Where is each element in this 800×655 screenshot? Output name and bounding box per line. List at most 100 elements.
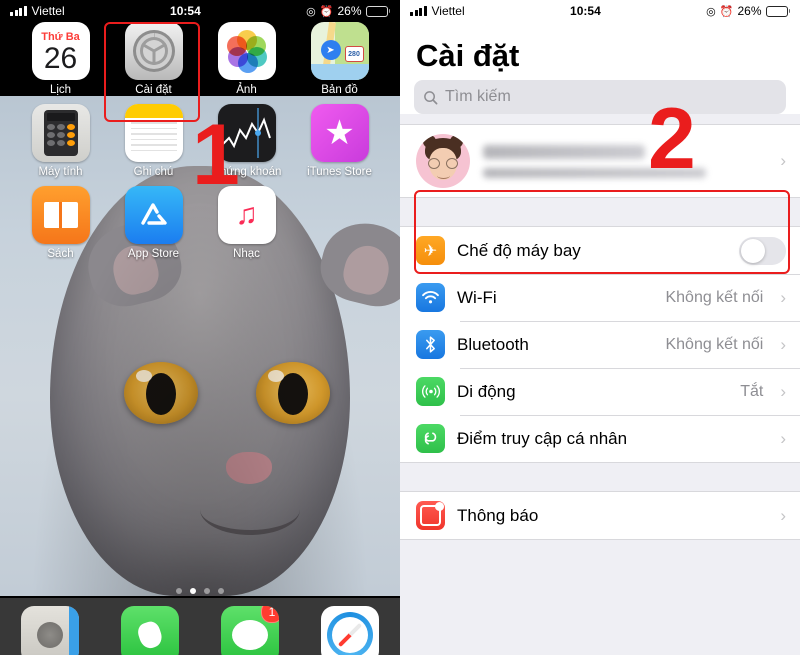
app-may-tinh[interactable]: Máy tính xyxy=(14,104,107,178)
search-placeholder: Tìm kiếm xyxy=(445,88,511,105)
connectivity-group: ✈ Chế độ máy bay Wi-Fi Không kết nối › B… xyxy=(400,226,800,463)
phone-icon[interactable] xyxy=(121,606,179,655)
app-itunes-store[interactable]: ★ iTunes Store xyxy=(293,104,386,178)
settings-row-cellular[interactable]: Di động Tắt › xyxy=(400,368,800,415)
chevron-right-icon: › xyxy=(780,505,786,525)
wifi-icon xyxy=(416,283,445,312)
group-gap xyxy=(400,198,800,226)
itunes-store-icon: ★ xyxy=(310,104,369,162)
app-label: App Store xyxy=(127,248,180,260)
app-label: Bản đồ xyxy=(321,84,358,96)
app-label: Ghi chú xyxy=(133,166,174,178)
annotation-number-1: 1 xyxy=(192,107,240,203)
settings-app-screen: Viettel 10:54 ◎ ⏰ 26% Cài đặt Tìm kiếm ›… xyxy=(400,0,800,655)
settings-row-airplane-mode[interactable]: ✈ Chế độ máy bay xyxy=(400,227,800,274)
chevron-right-icon: › xyxy=(780,287,786,307)
settings-row-bluetooth[interactable]: Bluetooth Không kết nối › xyxy=(400,321,800,368)
row-label: Thông báo xyxy=(457,505,539,525)
clock-label: 10:54 xyxy=(570,4,601,18)
annotation-number-2: 2 xyxy=(648,91,696,187)
signal-bars-icon xyxy=(10,6,27,16)
camera-icon[interactable] xyxy=(21,606,79,655)
rotation-lock-icon: ◎ xyxy=(306,5,316,18)
airplane-icon: ✈ xyxy=(416,236,445,265)
app-app-store[interactable]: App Store xyxy=(107,186,200,260)
chevron-right-icon: › xyxy=(780,381,786,401)
app-label: Sách xyxy=(47,248,74,260)
chevron-right-icon: › xyxy=(780,151,786,170)
row-label: Bluetooth xyxy=(457,334,529,354)
airplane-mode-toggle[interactable] xyxy=(739,236,786,265)
row-value: Không kết nối xyxy=(665,288,764,306)
maps-shield-label: 280 xyxy=(344,46,364,62)
photos-icon xyxy=(217,22,276,80)
row-value: Không kết nối xyxy=(665,335,764,353)
bluetooth-icon xyxy=(416,330,445,359)
home-status-bar: Viettel 10:54 ◎ ⏰ 26% xyxy=(0,0,400,22)
maps-icon: ➤ 280 xyxy=(310,22,369,80)
app-store-icon xyxy=(124,186,183,244)
settings-gear-icon xyxy=(124,22,183,80)
chevron-right-icon: › xyxy=(780,428,786,448)
row-label: Di động xyxy=(457,381,516,401)
app-ban-do[interactable]: ➤ 280 Bản đồ xyxy=(293,22,386,96)
app-label: Cài đặt xyxy=(135,84,172,96)
app-lich[interactable]: Thứ Ba 26 Lịch xyxy=(14,22,107,96)
page-indicator-dots[interactable] xyxy=(0,588,400,594)
battery-icon xyxy=(365,5,390,17)
settings-row-personal-hotspot[interactable]: Điểm truy cập cá nhân › xyxy=(400,415,800,462)
row-label: Chế độ máy bay xyxy=(457,240,581,260)
alarm-clock-icon: ⏰ xyxy=(719,5,734,18)
app-ghi-chu[interactable]: Ghi chú xyxy=(107,104,200,178)
messages-icon[interactable]: 1 xyxy=(221,606,279,655)
cellular-icon xyxy=(416,377,445,406)
group-gap xyxy=(400,463,800,491)
notes-icon xyxy=(124,104,183,162)
account-name-blurred xyxy=(483,144,645,159)
chevron-right-icon: › xyxy=(780,334,786,354)
app-sach[interactable]: Sách xyxy=(14,186,107,260)
page-dot[interactable] xyxy=(204,588,210,594)
calculator-icon xyxy=(31,104,90,162)
search-icon xyxy=(424,90,438,104)
carrier-label: Viettel xyxy=(31,4,65,18)
memoji-avatar xyxy=(416,134,470,188)
settings-row-wifi[interactable]: Wi-Fi Không kết nối › xyxy=(400,274,800,321)
safari-icon[interactable] xyxy=(321,606,379,655)
screenshot-root: Viettel 10:54 ◎ ⏰ 26% Thứ Ba 26 Lịch Cài… xyxy=(0,0,800,655)
calendar-day-number: 26 xyxy=(43,42,78,75)
app-row-1: Thứ Ba 26 Lịch Cài đặt Ảnh ➤ 280 Bản đồ xyxy=(0,22,400,104)
apple-id-group: › xyxy=(400,124,800,198)
settings-status-bar: Viettel 10:54 ◎ ⏰ 26% xyxy=(400,0,800,22)
calendar-icon: Thứ Ba 26 xyxy=(31,22,90,80)
app-anh[interactable]: Ảnh xyxy=(200,22,293,96)
row-label: Wi-Fi xyxy=(457,287,497,307)
app-label: Nhạc xyxy=(233,248,260,260)
app-label: iTunes Store xyxy=(307,166,372,178)
clock-label: 10:54 xyxy=(170,4,201,18)
app-label: Ảnh xyxy=(236,84,257,96)
notifications-group: Thông báo › xyxy=(400,491,800,540)
row-label: Điểm truy cập cá nhân xyxy=(457,428,628,448)
hotspot-icon xyxy=(416,424,445,453)
settings-row-notifications[interactable]: Thông báo › xyxy=(400,492,800,539)
signal-bars-icon xyxy=(410,6,427,16)
page-dot[interactable] xyxy=(176,588,182,594)
app-cai-dat[interactable]: Cài đặt xyxy=(107,22,200,96)
battery-percent-label: 26% xyxy=(737,4,762,18)
app-empty-slot xyxy=(293,186,386,260)
iphone-home-screen: Viettel 10:54 ◎ ⏰ 26% Thứ Ba 26 Lịch Cài… xyxy=(0,0,400,655)
apple-id-text xyxy=(483,144,762,178)
page-dot[interactable] xyxy=(218,588,224,594)
page-dot-active[interactable] xyxy=(190,588,196,594)
home-dock: 1 xyxy=(0,598,400,655)
page-title: Cài đặt xyxy=(416,38,520,73)
rotation-lock-icon: ◎ xyxy=(706,5,716,18)
books-icon xyxy=(31,186,90,244)
search-field[interactable]: Tìm kiếm xyxy=(414,80,786,114)
battery-percent-label: 26% xyxy=(337,4,362,18)
apple-id-row[interactable]: › xyxy=(400,125,800,197)
alarm-clock-icon: ⏰ xyxy=(319,5,334,18)
app-store-glyph xyxy=(140,203,167,225)
carrier-label: Viettel xyxy=(431,4,465,18)
